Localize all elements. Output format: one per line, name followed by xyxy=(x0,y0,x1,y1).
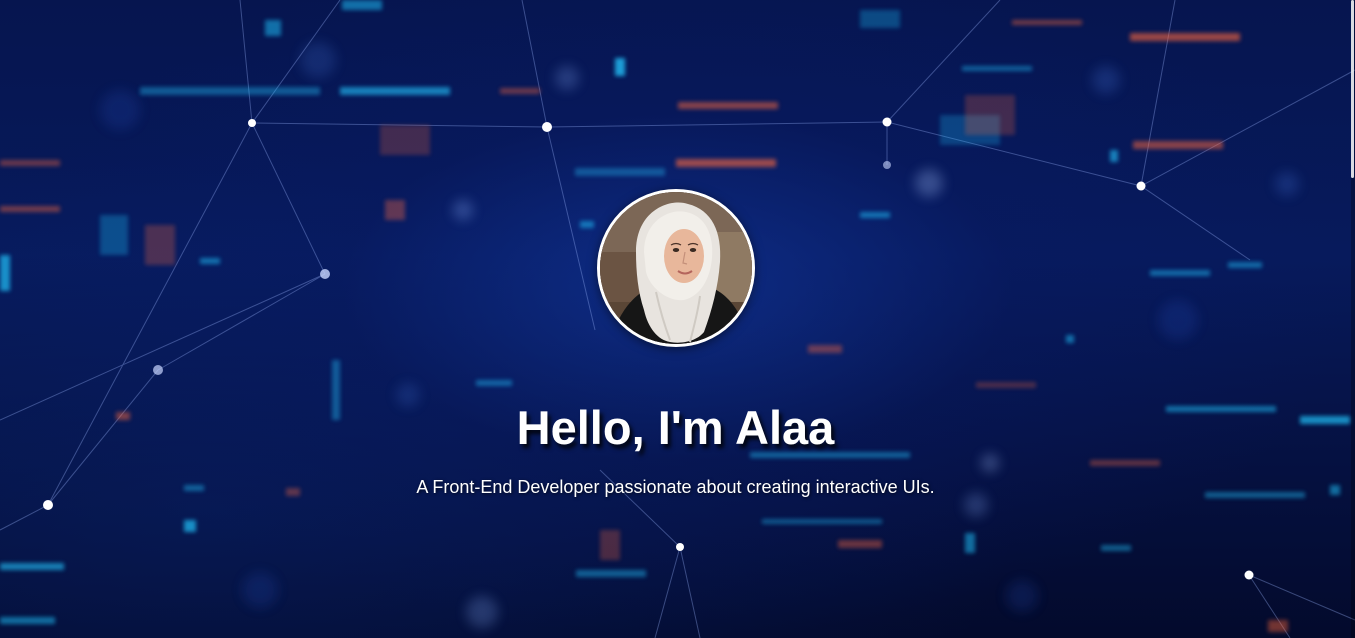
profile-avatar xyxy=(597,189,755,347)
hero-subtitle: A Front-End Developer passionate about c… xyxy=(416,477,935,497)
hero-section: Hello, I'm Alaa A Front-End Developer pa… xyxy=(0,0,1355,638)
page-scrollbar[interactable] xyxy=(1351,0,1355,638)
hero-title: Hello, I'm Alaa xyxy=(516,401,835,454)
profile-photo-icon xyxy=(600,192,752,344)
scrollbar-thumb[interactable] xyxy=(1351,0,1354,178)
